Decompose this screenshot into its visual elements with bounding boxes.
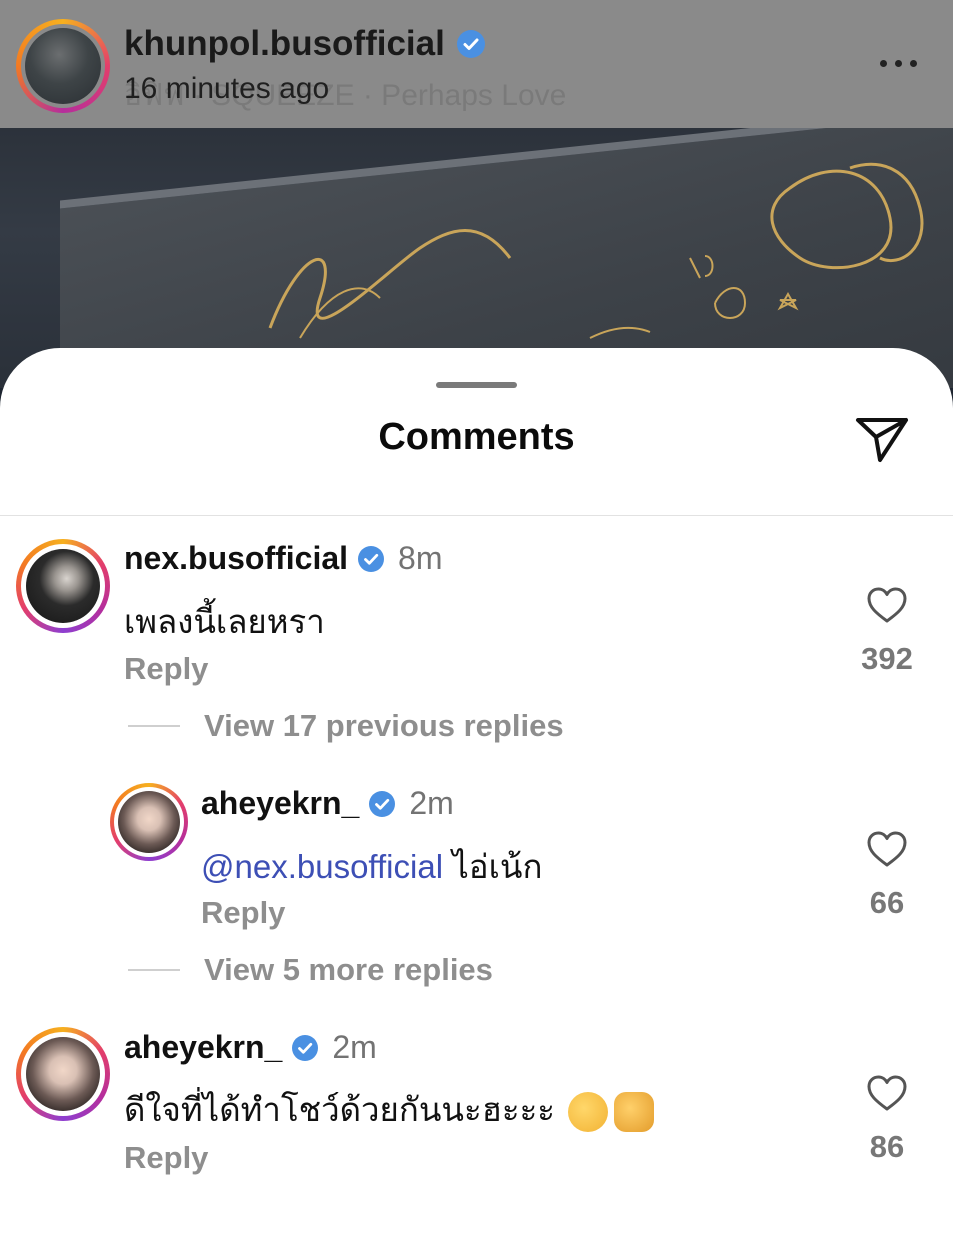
post-username[interactable]: khunpol.busofficial — [124, 24, 445, 64]
mention-link[interactable]: @nex.busofficial — [201, 848, 443, 885]
comment-header: nex.busofficial 8m — [124, 540, 443, 577]
commenter-avatar[interactable] — [110, 783, 188, 861]
post-header: khunpol.busofficial อิฟิฟ · SQUEEZE · Pe… — [0, 0, 953, 128]
comment-text: เพลงนี้เลยหรา — [124, 603, 325, 640]
comment-body: ไอ่เน้ก — [452, 848, 543, 885]
verified-icon — [358, 545, 385, 572]
post-time: 16 minutes ago — [124, 72, 330, 105]
reply-button[interactable]: Reply — [124, 651, 208, 687]
sheet-title: Comments — [378, 416, 575, 458]
verified-icon — [292, 1034, 319, 1061]
heart-icon[interactable] — [866, 1074, 908, 1112]
share-icon[interactable] — [852, 412, 912, 466]
face-with-hand-icon — [568, 1092, 609, 1133]
comment-body: ดีใจที่ได้ทำโชว์ด้วยกันนะฮะะะ — [124, 1091, 556, 1128]
comment-header: aheyekrn_ 2m — [124, 1029, 377, 1066]
sheet-grabber[interactable] — [436, 382, 517, 388]
post-subtitle: อิฟิฟ · SQUEEZE · Perhaps Love 16 minute… — [124, 72, 566, 112]
view-replies-button[interactable]: View 17 previous replies — [128, 708, 564, 744]
comment-username[interactable]: aheyekrn_ — [124, 1029, 282, 1066]
commenter-avatar[interactable] — [16, 539, 110, 633]
like-count: 392 — [861, 641, 913, 676]
reply-button[interactable]: Reply — [201, 895, 285, 931]
view-replies-label[interactable]: View 17 previous replies — [204, 708, 564, 744]
post-author-avatar[interactable] — [16, 19, 110, 113]
comment-text: @nex.busofficial ไอ่เน้ก — [201, 840, 542, 893]
verified-icon — [369, 790, 396, 817]
post-author[interactable]: khunpol.busofficial — [124, 24, 485, 64]
heart-icon[interactable] — [866, 830, 908, 868]
view-replies-button[interactable]: View 5 more replies — [128, 952, 493, 988]
heart-icon[interactable] — [866, 586, 908, 624]
commenter-avatar[interactable] — [16, 1027, 110, 1121]
comment-time: 2m — [332, 1029, 377, 1065]
reply-button[interactable]: Reply — [124, 1140, 208, 1176]
verified-icon — [456, 30, 485, 58]
like-count: 66 — [869, 885, 905, 920]
comment-time: 8m — [398, 540, 443, 576]
comment-username[interactable]: nex.busofficial — [124, 540, 348, 577]
comment-time: 2m — [409, 785, 454, 821]
comment-header: aheyekrn_ 2m — [201, 785, 454, 822]
sheet-divider — [0, 515, 953, 516]
more-options-icon[interactable] — [880, 60, 920, 70]
like-count: 86 — [869, 1129, 905, 1164]
comment-username[interactable]: aheyekrn_ — [201, 785, 359, 822]
view-replies-label[interactable]: View 5 more replies — [204, 952, 493, 988]
comment-text: ดีใจที่ได้ทำโชว์ด้วยกันนะฮะะะ — [124, 1083, 655, 1136]
fist-icon — [614, 1092, 655, 1133]
